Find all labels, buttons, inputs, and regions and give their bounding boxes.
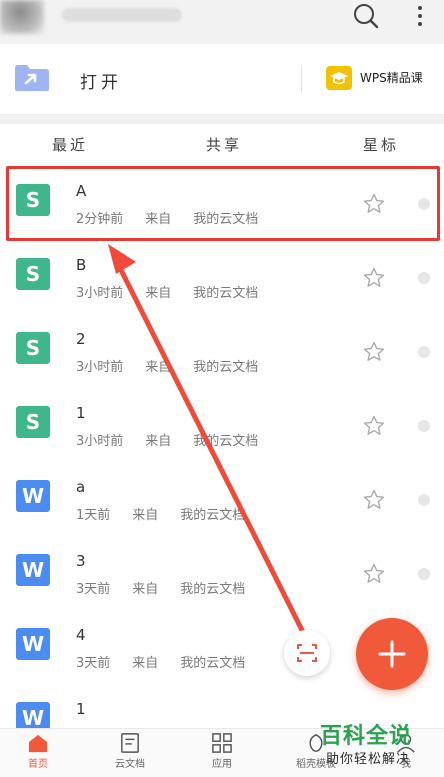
document-icon: W — [16, 554, 50, 586]
nav-home[interactable]: 首页 — [0, 733, 78, 777]
sync-status-dot — [418, 494, 430, 506]
graduation-cap-icon[interactable] — [326, 66, 352, 90]
file-name: 1 — [76, 700, 86, 718]
spreadsheet-icon: S — [16, 184, 50, 216]
nav-apps[interactable]: 应用 — [182, 733, 262, 777]
star-icon[interactable] — [362, 414, 386, 438]
file-name: B — [76, 256, 87, 274]
apps-grid-icon — [212, 733, 232, 753]
tab-recent[interactable]: 最近 — [52, 134, 88, 155]
sync-status-dot — [418, 568, 430, 580]
star-icon[interactable] — [362, 340, 386, 364]
nav-cloud-docs[interactable]: 云文档 — [90, 733, 170, 777]
file-meta: 2分钟前 来自 我的云文档 — [76, 212, 259, 227]
watermark-title: 百科全说 — [320, 724, 413, 749]
plus-icon — [378, 640, 406, 668]
scan-button[interactable] — [284, 630, 330, 676]
file-name: 3 — [76, 552, 86, 570]
document-icon: W — [16, 628, 50, 660]
star-icon[interactable] — [362, 488, 386, 512]
cloud-doc-icon — [121, 733, 139, 753]
new-file-button[interactable] — [356, 618, 428, 690]
account-name-blurred — [62, 8, 182, 22]
file-row[interactable]: W a 1天前 来自 我的云文档 — [0, 458, 444, 532]
sync-status-dot — [418, 346, 430, 358]
file-meta: 3天前 来自 我的云文档 — [76, 656, 246, 671]
avatar[interactable] — [0, 0, 44, 34]
file-meta: 3小时前 来自 我的云文档 — [76, 360, 259, 375]
document-icon: W — [16, 702, 50, 728]
document-icon: W — [16, 480, 50, 512]
file-meta: 1天前 来自 我的云文档 — [76, 508, 246, 523]
open-file-button[interactable]: 打开 — [80, 68, 122, 93]
file-meta: 3天前 来自 我的云文档 — [76, 582, 246, 597]
file-row[interactable]: W 3 3天前 来自 我的云文档 — [0, 532, 444, 606]
sync-status-dot — [418, 420, 430, 432]
watermark-subtitle: 助你轻松解决 — [326, 752, 411, 767]
file-meta: 3小时前 来自 我的云文档 — [76, 286, 259, 301]
divider — [301, 66, 302, 92]
file-row[interactable]: S A 2分钟前 来自 我的云文档 — [0, 162, 444, 236]
file-row[interactable]: S 1 3小时前 来自 我的云文档 — [0, 384, 444, 458]
more-options-icon[interactable] — [410, 4, 430, 28]
search-icon[interactable] — [352, 2, 380, 30]
spreadsheet-icon: S — [16, 258, 50, 290]
scan-icon — [297, 644, 317, 662]
file-name: 1 — [76, 404, 86, 422]
file-name: a — [76, 478, 86, 496]
star-icon[interactable] — [362, 562, 386, 586]
sync-status-dot — [418, 272, 430, 284]
tab-starred[interactable]: 星标 — [363, 134, 399, 155]
sync-status-dot — [418, 198, 430, 210]
section-gap — [0, 114, 444, 124]
file-row[interactable]: S B 3小时前 来自 我的云文档 — [0, 236, 444, 310]
folder-open-icon[interactable] — [14, 64, 50, 92]
wps-course-link[interactable]: WPS精品课 — [360, 69, 423, 86]
home-icon — [28, 734, 48, 753]
spreadsheet-icon: S — [16, 406, 50, 438]
star-icon[interactable] — [362, 266, 386, 290]
star-icon[interactable] — [362, 192, 386, 216]
file-name: 2 — [76, 330, 86, 348]
file-tabs: 最近 共享 星标 — [0, 124, 444, 162]
open-bar: 打开 WPS精品课 — [0, 44, 444, 114]
watermark: 百科全说 助你轻松解决 — [316, 716, 444, 776]
spreadsheet-icon: S — [16, 332, 50, 364]
file-name: A — [76, 182, 87, 200]
file-name: 4 — [76, 626, 86, 644]
tab-shared[interactable]: 共享 — [206, 134, 242, 155]
file-meta: 3小时前 来自 我的云文档 — [76, 434, 259, 449]
file-row[interactable]: S 2 3小时前 来自 我的云文档 — [0, 310, 444, 384]
top-bar — [0, 0, 444, 44]
